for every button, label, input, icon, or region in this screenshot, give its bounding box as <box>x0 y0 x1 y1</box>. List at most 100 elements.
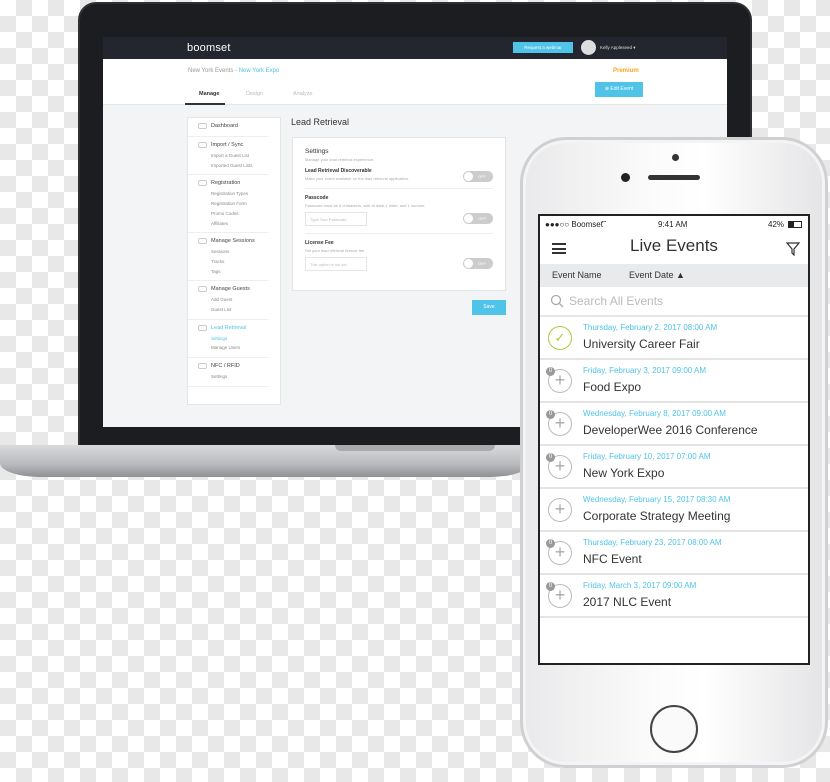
license-section: OFF License Fee Set your lead retrieval … <box>305 234 493 278</box>
avatar[interactable] <box>581 40 596 55</box>
event-row[interactable]: +0 Thursday, February 23, 2017 08:00 AM … <box>540 532 808 575</box>
event-name: University Career Fair <box>583 337 700 351</box>
count-badge: 0 <box>546 453 555 462</box>
phone-speaker <box>648 175 700 180</box>
breadcrumb-parent[interactable]: New York Events <box>188 68 233 74</box>
phone-sensor <box>672 154 679 161</box>
sidebar-group-title[interactable]: Manage Guests <box>198 286 268 293</box>
sidebar-group-icon <box>198 324 207 331</box>
phone-camera <box>621 173 630 182</box>
plus-icon[interactable]: +0 <box>546 582 572 608</box>
event-name: DeveloperWee 2016 Conference <box>583 423 758 437</box>
passcode-input[interactable]: Type Your Passcode <box>305 212 367 226</box>
event-date: Thursday, February 23, 2017 08:00 AM <box>583 538 722 547</box>
sidebar-group-label: Import / Sync <box>211 142 244 148</box>
passcode-toggle[interactable]: OFF <box>463 213 493 224</box>
sidebar-group-title[interactable]: NFC / RFID <box>198 363 268 370</box>
request-webinar-button[interactable]: Request a webinar <box>513 42 573 53</box>
plus-icon[interactable]: + <box>548 498 572 522</box>
phone-screen: ●●●○○ Boomset ⌔ 9:41 AM 42% Live Events … <box>538 214 810 665</box>
sidebar-item[interactable]: Guest List <box>198 305 268 315</box>
event-row[interactable]: ✓ Thursday, February 2, 2017 08:00 AM Un… <box>540 317 808 360</box>
sidebar-item[interactable]: Settings <box>198 372 268 382</box>
event-row[interactable]: +0 Friday, February 10, 2017 07:00 AM Ne… <box>540 446 808 489</box>
filter-icon[interactable] <box>786 242 800 256</box>
sidebar-group-label: NFC / RFID <box>211 363 240 370</box>
tab-design[interactable]: Design <box>246 91 263 97</box>
event-row[interactable]: +0 Wednesday, February 8, 2017 09:00 AM … <box>540 403 808 446</box>
sidebar-group-title[interactable]: Lead Retrieval <box>198 324 268 331</box>
sidebar-group-title[interactable]: Registration <box>198 180 268 187</box>
discoverable-toggle[interactable]: OFF <box>463 171 493 182</box>
save-button[interactable]: Save <box>472 300 506 315</box>
home-button[interactable] <box>650 705 698 753</box>
sidebar-group: Manage Sessions Sessions Tracks Tags <box>188 233 268 282</box>
sidebar-item[interactable]: Sessions <box>198 247 268 257</box>
event-date: Friday, February 3, 2017 09:00 AM <box>583 366 707 375</box>
column-event-date[interactable]: Event Date ▲ <box>629 270 685 280</box>
battery-icon <box>788 221 802 228</box>
event-name: 2017 NLC Event <box>583 595 672 609</box>
search-placeholder: Search All Events <box>569 294 664 308</box>
sidebar-group-icon <box>198 180 207 187</box>
event-row[interactable]: + Wednesday, February 15, 2017 08:30 AM … <box>540 489 808 532</box>
sidebar-group: Manage Guests Add Guest Guest List <box>188 281 268 320</box>
sidebar-item[interactable]: Imported Guest Lists <box>198 161 268 171</box>
sidebar-item[interactable]: Tags <box>198 267 268 277</box>
settings-title: Settings <box>305 148 329 155</box>
sidebar-item[interactable]: Add Guest <box>198 295 268 305</box>
event-date: Friday, February 10, 2017 07:00 AM <box>583 452 711 461</box>
plus-icon[interactable]: +0 <box>546 367 572 393</box>
count-badge: 0 <box>546 410 555 419</box>
breadcrumb-current[interactable]: New York Expo <box>239 68 280 74</box>
event-date: Wednesday, February 8, 2017 09:00 AM <box>583 409 726 418</box>
passcode-label: Passcode <box>305 195 329 201</box>
tab-manage[interactable]: Manage <box>199 91 219 97</box>
sidebar-group: Registration Registration Types Registrati… <box>188 175 268 234</box>
sidebar-item[interactable]: Tracks <box>198 257 268 267</box>
sidebar-group-label: Manage Guests <box>211 286 250 293</box>
sidebar-group-label: Manage Sessions <box>211 238 255 245</box>
event-name: New York Expo <box>583 466 665 480</box>
sidebar-item[interactable]: Affiliates <box>198 219 268 229</box>
plus-icon[interactable]: +0 <box>546 410 572 436</box>
sidebar-group: NFC / RFID Settings <box>188 358 268 387</box>
sidebar-item[interactable]: Import a Guest List <box>198 151 268 161</box>
top-nav: boomset Request a webinar Kelly Applesee… <box>103 37 727 59</box>
plus-icon[interactable]: +0 <box>546 453 572 479</box>
sidebar-item[interactable]: Manage Users <box>198 343 268 353</box>
count-badge: 0 <box>546 367 555 376</box>
event-row[interactable]: +0 Friday, February 3, 2017 09:00 AM Foo… <box>540 360 808 403</box>
plus-icon[interactable]: +0 <box>546 539 572 565</box>
sidebar-group-title[interactable]: Import / Sync <box>198 142 268 148</box>
license-input[interactable]: This option is not set <box>305 257 367 271</box>
sidebar-group: Import / Sync Import a Guest List Imported… <box>188 137 268 176</box>
event-name: Food Expo <box>583 380 642 394</box>
search-input[interactable]: Search All Events <box>540 287 808 317</box>
sidebar-item[interactable]: Settings <box>198 334 268 344</box>
carrier: ●●●○○ Boomset <box>545 220 603 229</box>
sidebar-item[interactable]: Registration Types <box>198 189 268 199</box>
column-event-name[interactable]: Event Name <box>552 270 602 280</box>
sidebar-item[interactable]: Promo Codes <box>198 209 268 219</box>
event-row[interactable]: +0 Friday, March 3, 2017 09:00 AM 2017 N… <box>540 575 808 618</box>
active-tab-indicator <box>185 103 225 105</box>
sidebar-group-label: Dashboard <box>211 123 238 129</box>
license-toggle[interactable]: OFF <box>463 258 493 269</box>
sidebar-group-title[interactable]: Dashboard <box>198 123 268 129</box>
discoverable-section: OFF Lead Retrieval Discoverable Make you… <box>305 162 493 189</box>
wifi-icon: ⌔ <box>600 219 608 228</box>
count-badge: 0 <box>546 582 555 591</box>
tab-analyze[interactable]: Analyze <box>293 91 313 97</box>
user-menu[interactable]: Kelly Appleseed ▾ <box>600 45 636 51</box>
sidebar-group-icon <box>198 142 207 148</box>
check-icon[interactable]: ✓ <box>548 326 572 350</box>
sidebar-group-label: Lead Retrieval <box>211 324 247 331</box>
sidebar-item[interactable]: Registration Form <box>198 199 268 209</box>
edit-event-button[interactable]: ⊕ Edit Event <box>595 82 643 97</box>
passcode-help: Passcode must be 8 characters, with at l… <box>305 203 426 208</box>
logo[interactable]: boomset <box>187 42 231 54</box>
sidebar-group-title[interactable]: Manage Sessions <box>198 238 268 245</box>
event-date: Thursday, February 2, 2017 08:00 AM <box>583 323 718 332</box>
column-header: Event Name Event Date ▲ <box>540 264 808 287</box>
